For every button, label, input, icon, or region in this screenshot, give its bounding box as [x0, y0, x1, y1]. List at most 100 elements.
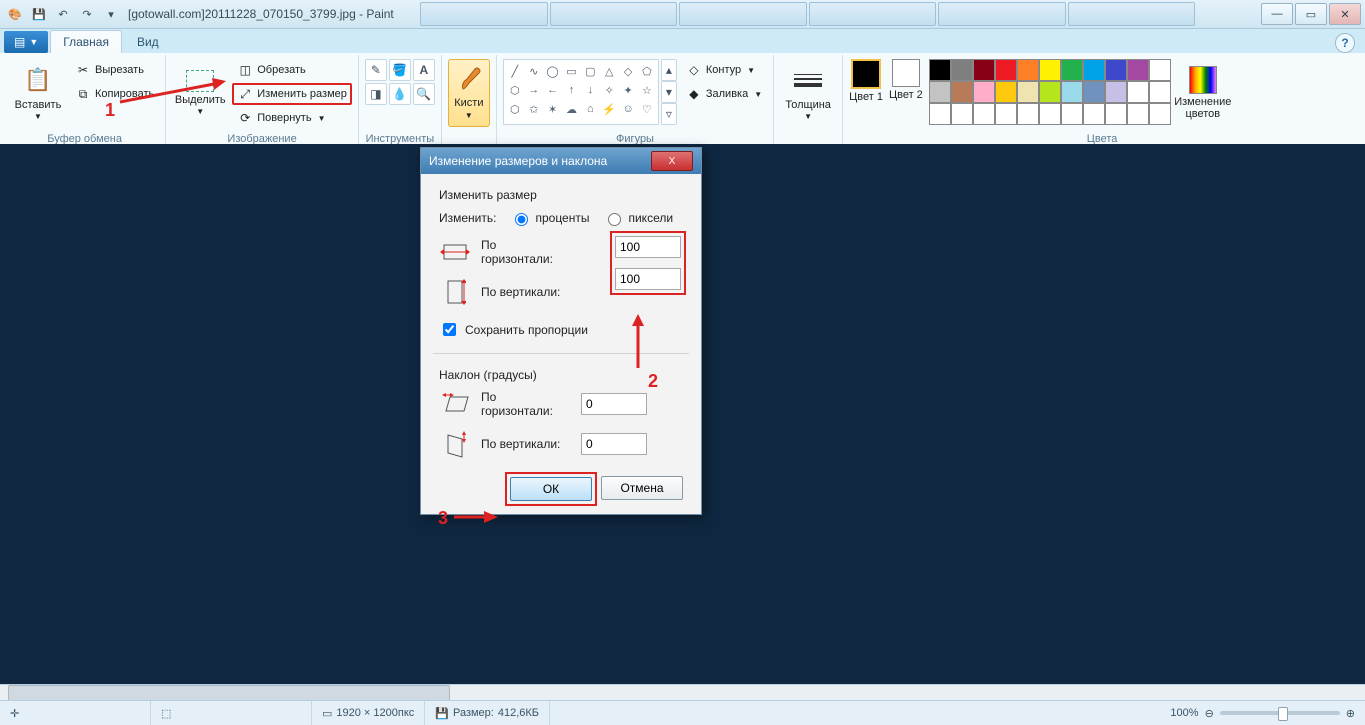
palette-swatch[interactable] — [1083, 59, 1105, 81]
shapes-expand[interactable]: ▿ — [661, 103, 677, 125]
shape-fill-button[interactable]: ◆Заливка▼ — [681, 83, 767, 105]
shapes-gallery[interactable]: ╱∿◯▭▢△◇⬠ ⬡→←↑↓✧✦☆ ⬡✩✶☁⌂⚡☺♡ — [503, 59, 659, 125]
palette-swatch[interactable] — [951, 103, 973, 125]
zoom-out-button[interactable]: ⊖ — [1205, 707, 1214, 720]
keep-ratio-input[interactable] — [443, 323, 456, 336]
shapes-scroll-down[interactable]: ▾ — [661, 81, 677, 103]
qat-app-icon[interactable]: 🎨 — [4, 3, 26, 25]
skew-h-icon — [439, 390, 471, 418]
select-button[interactable]: Выделить ▼ — [172, 59, 228, 127]
palette-swatch[interactable] — [973, 59, 995, 81]
edit-colors-button[interactable]: Изменение цветов — [1175, 59, 1231, 127]
pencil-tool[interactable]: ✎ — [365, 59, 387, 81]
fill-tool[interactable]: 🪣 — [389, 59, 411, 81]
palette-swatch[interactable] — [929, 81, 951, 103]
palette-swatch[interactable] — [1105, 103, 1127, 125]
palette-swatch[interactable] — [1149, 103, 1171, 125]
palette-swatch[interactable] — [1105, 81, 1127, 103]
skew-horizontal-input[interactable] — [581, 393, 647, 415]
ok-button[interactable]: ОК — [510, 477, 592, 501]
color2-button[interactable]: Цвет 2 — [889, 59, 923, 101]
cut-button[interactable]: ✂Вырезать — [70, 59, 159, 81]
palette-swatch[interactable] — [995, 59, 1017, 81]
palette-swatch[interactable] — [1039, 59, 1061, 81]
resize-vertical-input[interactable] — [615, 268, 681, 290]
palette-swatch[interactable] — [973, 103, 995, 125]
horizontal-scrollbar[interactable] — [0, 684, 1365, 701]
zoom-in-button[interactable]: ⊕ — [1346, 707, 1355, 720]
picker-tool[interactable]: 💧 — [389, 83, 411, 105]
resize-button[interactable]: ⤢Изменить размер — [232, 83, 352, 105]
palette-swatch[interactable] — [973, 81, 995, 103]
cancel-button[interactable]: Отмена — [601, 476, 683, 500]
skew-vertical-input[interactable] — [581, 433, 647, 455]
dialog-close-button[interactable]: X — [651, 151, 693, 171]
qat-undo-icon[interactable]: ↶ — [52, 3, 74, 25]
size-label: Размер: — [453, 707, 494, 719]
copy-icon: ⧉ — [75, 86, 91, 102]
radio-pixels-input[interactable] — [608, 213, 621, 226]
palette-swatch[interactable] — [929, 59, 951, 81]
paste-button[interactable]: 📋 Вставить ▼ — [10, 59, 66, 127]
palette-swatch[interactable] — [1127, 59, 1149, 81]
ribbon: 📋 Вставить ▼ ✂Вырезать ⧉Копировать Буфер… — [0, 53, 1365, 150]
maximize-button[interactable]: ▭ — [1295, 3, 1327, 25]
radio-percent[interactable]: проценты — [510, 210, 589, 226]
qat-customize-icon[interactable]: ▾ — [100, 3, 122, 25]
palette-swatch[interactable] — [929, 103, 951, 125]
palette-swatch[interactable] — [1017, 59, 1039, 81]
rotate-button[interactable]: ⟳Повернуть▼ — [232, 107, 352, 129]
file-menu-button[interactable]: ▤▼ — [4, 31, 48, 53]
close-button[interactable]: ✕ — [1329, 3, 1361, 25]
qat-save-icon[interactable]: 💾 — [28, 3, 50, 25]
thickness-icon — [792, 65, 824, 97]
group-colors: Цвет 1 Цвет 2 Изменение цветов Цвета — [843, 55, 1361, 147]
group-brushes: Кисти ▼ — [442, 55, 497, 147]
palette-swatch[interactable] — [995, 81, 1017, 103]
brushes-button[interactable]: Кисти ▼ — [448, 59, 490, 127]
radio-pixels[interactable]: пиксели — [603, 210, 673, 226]
palette-swatch[interactable] — [1083, 103, 1105, 125]
palette-swatch[interactable] — [1127, 103, 1149, 125]
tab-home[interactable]: Главная — [50, 30, 122, 53]
help-button[interactable]: ? — [1335, 33, 1355, 53]
eraser-tool[interactable]: ◨ — [365, 83, 387, 105]
resize-horizontal-input[interactable] — [615, 236, 681, 258]
shapes-scroll-up[interactable]: ▴ — [661, 59, 677, 81]
zoom-slider-thumb[interactable] — [1278, 707, 1288, 721]
qat-redo-icon[interactable]: ↷ — [76, 3, 98, 25]
keep-ratio-checkbox[interactable]: Сохранить пропорции — [439, 320, 683, 339]
palette-swatch[interactable] — [1127, 81, 1149, 103]
text-tool[interactable]: A — [413, 59, 435, 81]
zoom-slider[interactable] — [1220, 711, 1340, 715]
resize-icon: ⤢ — [237, 86, 253, 102]
scrollbar-thumb[interactable] — [8, 685, 450, 701]
minimize-button[interactable]: — — [1261, 3, 1293, 25]
palette-swatch[interactable] — [1061, 103, 1083, 125]
palette-swatch[interactable] — [1083, 81, 1105, 103]
palette-swatch[interactable] — [951, 81, 973, 103]
copy-button[interactable]: ⧉Копировать — [70, 83, 159, 105]
palette-swatch[interactable] — [1149, 59, 1171, 81]
thickness-button[interactable]: Толщина ▼ — [780, 59, 836, 127]
palette-swatch[interactable] — [995, 103, 1017, 125]
palette-swatch[interactable] — [1039, 103, 1061, 125]
palette-swatch[interactable] — [1061, 81, 1083, 103]
palette-swatch[interactable] — [1105, 59, 1127, 81]
palette-swatch[interactable] — [1039, 81, 1061, 103]
shape-outline-button[interactable]: ◇Контур▼ — [681, 59, 767, 81]
resize-h-label: По горизонтали: — [481, 238, 571, 266]
palette-swatch[interactable] — [1017, 81, 1039, 103]
palette-swatch[interactable] — [951, 59, 973, 81]
resize-section-header: Изменить размер — [439, 188, 683, 202]
magnifier-tool[interactable]: 🔍 — [413, 83, 435, 105]
crop-button[interactable]: ◫Обрезать — [232, 59, 352, 81]
palette-swatch[interactable] — [1061, 59, 1083, 81]
group-thickness: Толщина ▼ — [774, 55, 843, 147]
dialog-titlebar[interactable]: Изменение размеров и наклона X — [421, 148, 701, 174]
palette-swatch[interactable] — [1017, 103, 1039, 125]
tab-view[interactable]: Вид — [124, 30, 172, 53]
color1-button[interactable]: Цвет 1 — [849, 59, 883, 103]
radio-percent-input[interactable] — [515, 213, 528, 226]
palette-swatch[interactable] — [1149, 81, 1171, 103]
